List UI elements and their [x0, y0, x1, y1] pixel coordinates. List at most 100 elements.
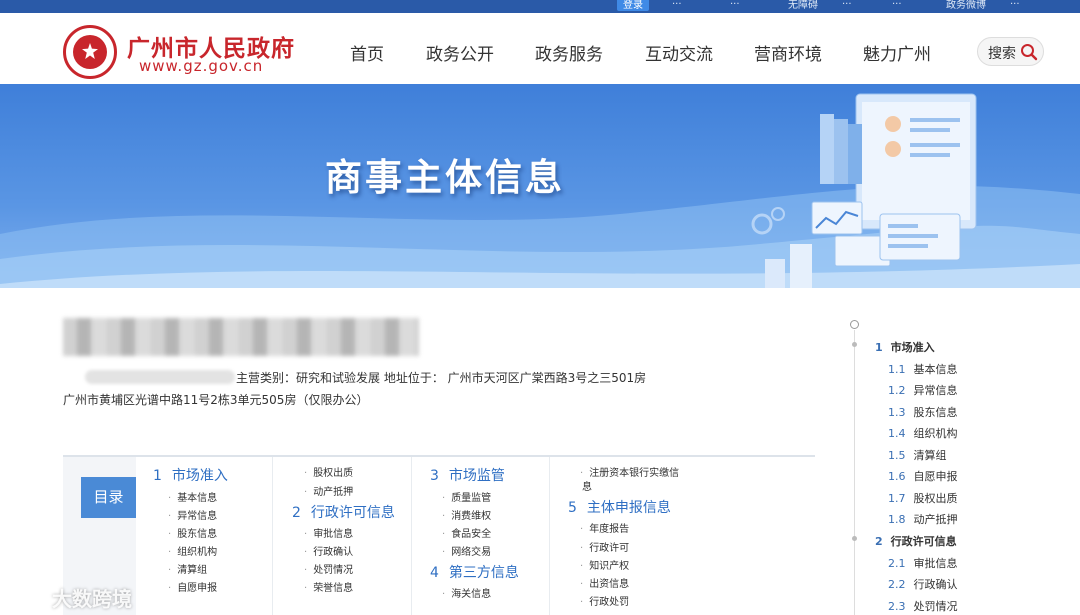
outline-item-label: 动产抵押: [913, 513, 958, 526]
toc-item-continued[interactable]: 息: [582, 478, 592, 493]
toc-item[interactable]: 网络交易: [442, 543, 491, 558]
toc-item[interactable]: 处罚情况: [304, 561, 353, 576]
toc-item[interactable]: 行政许可: [580, 539, 629, 554]
search-icon: [1021, 44, 1038, 61]
toc-item[interactable]: 股东信息: [168, 525, 217, 540]
search-button[interactable]: 搜索: [977, 37, 1044, 66]
toc-item[interactable]: 行政确认: [304, 543, 353, 558]
nav-gov-services[interactable]: 政务服务: [535, 40, 603, 65]
toc-item[interactable]: 年度报告: [580, 520, 629, 535]
floating-outline-nav: 1 市场准入 1.1 基本信息 1.2 异常信息 1.3 股东信息 1.4 组织机构 1.…: [840, 318, 1080, 615]
outline-item[interactable]: 1.8 动产抵押: [888, 511, 958, 527]
toc-section-number: 5: [568, 500, 577, 516]
toc-item[interactable]: 知识产权: [580, 557, 629, 572]
toc-column-2: 股权出质 动产抵押 2 行政许可信息 审批信息 行政确认 处罚情况 荣誉信息: [273, 457, 412, 615]
outline-item[interactable]: 1.5 清算组: [888, 447, 947, 463]
toc-section-number: 2: [292, 505, 301, 521]
toc-section-number: 1: [153, 468, 162, 484]
banner-title: 商事主体信息: [325, 156, 565, 199]
toc-section-title: 市场监管: [448, 468, 505, 484]
outline-item[interactable]: 1.1 基本信息: [888, 361, 958, 377]
toc-item[interactable]: 自愿申报: [168, 579, 217, 594]
watermark-logo-icon: [8, 586, 41, 604]
outline-section-1[interactable]: 1 市场准入: [875, 339, 935, 355]
toc-column-4: 注册资本银行实缴信 息 5主体申报信息 年度报告 行政许可 知识产权 出资信息 …: [550, 457, 745, 615]
toc-section-1[interactable]: 1 市场准入: [153, 465, 228, 485]
toc-item[interactable]: 动产抵押: [304, 483, 353, 498]
entity-meta-line1: 主营类别：研究和试验发展 地址位于： 广州市天河区广棠西路3号之三501房: [236, 371, 647, 385]
toc-section-number: 3: [430, 468, 439, 484]
toc-item[interactable]: 异常信息: [168, 507, 217, 522]
toc-item[interactable]: 基本信息: [168, 489, 217, 504]
toc-section-number: 4: [430, 565, 439, 581]
nav-gov-affairs-public[interactable]: 政务公开: [426, 40, 494, 65]
toc-item[interactable]: 股权出质: [304, 464, 353, 479]
topbar-link-3[interactable]: ...: [730, 0, 740, 7]
outline-item-label: 清算组: [913, 449, 947, 462]
outline-item-label: 审批信息: [913, 557, 958, 570]
toc-item[interactable]: 行政处罚: [580, 593, 629, 608]
toc-item[interactable]: 组织机构: [168, 543, 217, 558]
outline-section-2[interactable]: 2 行政许可信息: [875, 533, 957, 549]
outline-item-number: 1.7: [888, 492, 906, 505]
toc-item[interactable]: 消费维权: [442, 507, 491, 522]
outline-track: [854, 330, 855, 615]
toc-section-title: 第三方信息: [448, 565, 519, 581]
nav-business-env[interactable]: 营商环境: [754, 40, 822, 65]
outline-item-label: 处罚情况: [913, 600, 958, 613]
outline-item[interactable]: 1.3 股东信息: [888, 404, 958, 420]
outline-item[interactable]: 1.4 组织机构: [888, 425, 958, 441]
outline-section-title: 市场准入: [890, 341, 935, 354]
government-emblem-icon[interactable]: [63, 25, 117, 79]
toc-section-title: 主体申报信息: [586, 500, 671, 516]
topbar-link-8[interactable]: ...: [1010, 0, 1020, 7]
topbar-link-2[interactable]: ...: [672, 0, 682, 7]
site-url[interactable]: www.gz.gov.cn: [139, 57, 263, 75]
topbar-link-accessibility[interactable]: 无障碍: [788, 0, 818, 11]
toc-column-3: 3 市场监管 质量监管 消费维权 食品安全 网络交易 4 第三方信息 海关信息: [412, 457, 550, 615]
toc-item[interactable]: 海关信息: [442, 585, 491, 600]
toc-section-2[interactable]: 2 行政许可信息: [292, 502, 395, 522]
outline-item-number: 1.6: [888, 470, 906, 483]
outline-item[interactable]: 1.7 股权出质: [888, 490, 958, 506]
toc-section-title: 行政许可信息: [310, 505, 395, 521]
topbar-link-6[interactable]: ...: [892, 0, 902, 7]
toc-item[interactable]: 出资信息: [580, 575, 629, 590]
toc-section-title: 市场准入: [171, 468, 228, 484]
outline-item-label: 自愿申报: [913, 470, 958, 483]
toc-item[interactable]: 注册资本银行实缴信: [580, 464, 679, 479]
toc-item[interactable]: 质量监管: [442, 489, 491, 504]
nav-charming-gz[interactable]: 魅力广州: [863, 40, 931, 65]
toc-section-5[interactable]: 5 主体申报信息: [568, 497, 671, 517]
outline-item-number: 1.4: [888, 427, 906, 440]
toc-item[interactable]: 审批信息: [304, 525, 353, 540]
outline-item-number: 2.1: [888, 557, 906, 570]
toc-button[interactable]: 目录: [81, 477, 136, 518]
outline-bullet-icon: [852, 536, 857, 541]
outline-item-number: 1.3: [888, 406, 906, 419]
toc-item[interactable]: 清算组: [168, 561, 207, 576]
outline-item[interactable]: 1.2 异常信息: [888, 382, 958, 398]
topbar-link-weibo[interactable]: 政务微博: [946, 0, 986, 11]
toc-section-4[interactable]: 4 第三方信息: [430, 562, 519, 582]
outline-section-number: 2: [875, 535, 883, 548]
topbar-link-login[interactable]: 登录: [617, 0, 649, 11]
outline-item[interactable]: 2.1 审批信息: [888, 555, 958, 571]
outline-bullet-icon: [852, 342, 857, 347]
outline-top-marker-icon: [850, 320, 859, 329]
toc-item[interactable]: 食品安全: [442, 525, 491, 540]
outline-section-number: 1: [875, 341, 883, 354]
toc-item[interactable]: 荣誉信息: [304, 579, 353, 594]
outline-item-label: 异常信息: [913, 384, 958, 397]
outline-item[interactable]: 1.6 自愿申报: [888, 468, 958, 484]
outline-item-number: 1.5: [888, 449, 906, 462]
entity-code-redacted: [85, 370, 235, 384]
topbar-link-5[interactable]: ...: [842, 0, 852, 7]
outline-item[interactable]: 2.3 处罚情况: [888, 598, 958, 614]
page-banner: 商事主体信息: [0, 84, 1080, 288]
outline-item-label: 股东信息: [913, 406, 958, 419]
toc-section-3[interactable]: 3 市场监管: [430, 465, 505, 485]
outline-item[interactable]: 2.2 行政确认: [888, 576, 958, 592]
nav-interaction[interactable]: 互动交流: [645, 40, 713, 65]
nav-home[interactable]: 首页: [350, 40, 384, 65]
